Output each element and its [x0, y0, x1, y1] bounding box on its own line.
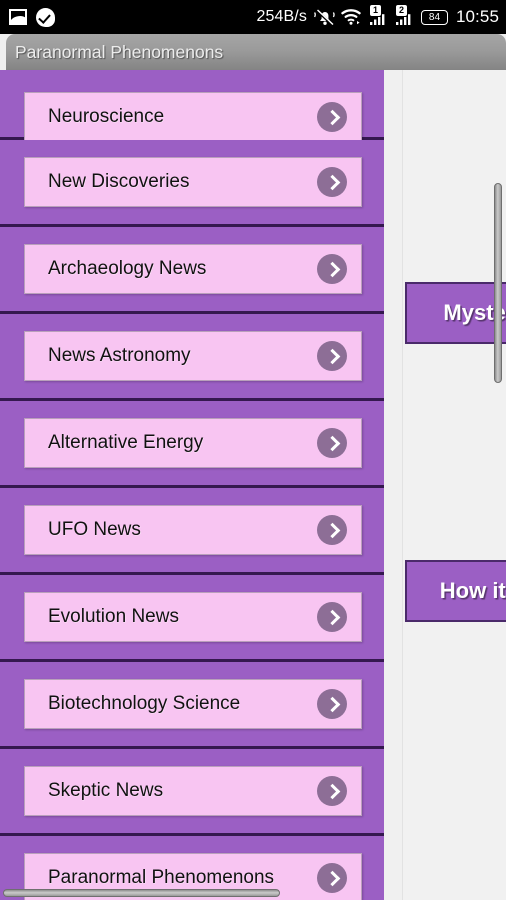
- list-item[interactable]: Archaeology News: [0, 227, 384, 314]
- phone-screen: 254B/s 1 2 84 10:55 Paranormal Phenomeno…: [0, 0, 506, 900]
- signal-sim1-icon: 1: [369, 5, 389, 27]
- horizontal-scrollbar[interactable]: [3, 889, 280, 897]
- status-bar: 254B/s 1 2 84 10:55: [0, 0, 506, 34]
- list-item-label: Archaeology News: [48, 258, 207, 279]
- clock-label: 10:55: [455, 7, 499, 26]
- sim1-badge-label: 1: [369, 5, 381, 16]
- list-item-card[interactable]: Biotechnology Science: [24, 679, 362, 729]
- status-bar-left-icons: [9, 7, 55, 27]
- list-item-card[interactable]: Evolution News: [24, 592, 362, 642]
- list-item[interactable]: Neuroscience: [0, 70, 384, 142]
- photo-icon: [9, 9, 27, 25]
- list-item-label: Evolution News: [48, 606, 179, 627]
- pane-gutter: [384, 70, 403, 900]
- status-bar-right-icons: 254B/s 1 2 84 10:55: [256, 5, 499, 27]
- chevron-right-icon[interactable]: [317, 515, 347, 545]
- chevron-right-icon[interactable]: [317, 863, 347, 893]
- battery-icon: 84: [420, 9, 448, 25]
- detail-button[interactable]: Mystery: [405, 282, 506, 344]
- list-item[interactable]: New Discoveries: [0, 140, 384, 227]
- vertical-scrollbar[interactable]: [494, 183, 502, 383]
- list-item-card[interactable]: News Astronomy: [24, 331, 362, 381]
- bell-mute-icon: [313, 7, 335, 27]
- right-detail-pane[interactable]: Mystery How it is: [403, 70, 506, 900]
- chevron-right-icon[interactable]: [317, 102, 347, 132]
- detail-button[interactable]: How it is: [405, 560, 506, 622]
- list-item-card[interactable]: Archaeology News: [24, 244, 362, 294]
- list-item-label: Neuroscience: [48, 106, 165, 127]
- app-title-bar: Paranormal Phenomenons: [6, 34, 506, 70]
- list-item-card[interactable]: Neuroscience: [24, 92, 362, 142]
- network-speed-text: 254B/s: [256, 8, 307, 25]
- content-area: Neuroscience New Discoveries Archaeology N…: [0, 70, 506, 900]
- chevron-right-icon[interactable]: [317, 341, 347, 371]
- list-item[interactable]: UFO News: [0, 488, 384, 575]
- chevron-right-icon[interactable]: [317, 602, 347, 632]
- list-item-label: News Astronomy: [48, 345, 191, 366]
- list-item-label: New Discoveries: [48, 171, 190, 192]
- list-item-label: UFO News: [48, 519, 141, 540]
- list-item[interactable]: News Astronomy: [0, 314, 384, 401]
- sim2-badge-label: 2: [395, 5, 407, 16]
- chevron-right-icon[interactable]: [317, 254, 347, 284]
- list-item-label: Alternative Energy: [48, 432, 204, 453]
- chevron-right-icon[interactable]: [317, 428, 347, 458]
- list-item-card[interactable]: New Discoveries: [24, 157, 362, 207]
- list-item-label: Paranormal Phenomenons: [48, 867, 275, 888]
- battery-level-label: 84: [428, 11, 441, 23]
- check-badge-icon: [36, 7, 55, 27]
- list-item[interactable]: Evolution News: [0, 575, 384, 662]
- category-list[interactable]: Neuroscience New Discoveries Archaeology N…: [0, 70, 384, 900]
- list-item[interactable]: Alternative Energy: [0, 401, 384, 488]
- list-item-label: Skeptic News: [48, 780, 164, 801]
- list-item-card[interactable]: Skeptic News: [24, 766, 362, 816]
- detail-button-label: How it is: [439, 578, 506, 603]
- list-item-label: Biotechnology Science: [48, 693, 241, 714]
- wifi-icon: [341, 8, 363, 26]
- list-item[interactable]: Skeptic News: [0, 749, 384, 836]
- chevron-right-icon[interactable]: [317, 689, 347, 719]
- page-title: Paranormal Phenomenons: [15, 41, 224, 62]
- list-item-card[interactable]: UFO News: [24, 505, 362, 555]
- list-item-card[interactable]: Alternative Energy: [24, 418, 362, 468]
- signal-sim2-icon: 2: [395, 5, 415, 27]
- chevron-right-icon[interactable]: [317, 167, 347, 197]
- list-item[interactable]: Biotechnology Science: [0, 662, 384, 749]
- chevron-right-icon[interactable]: [317, 776, 347, 806]
